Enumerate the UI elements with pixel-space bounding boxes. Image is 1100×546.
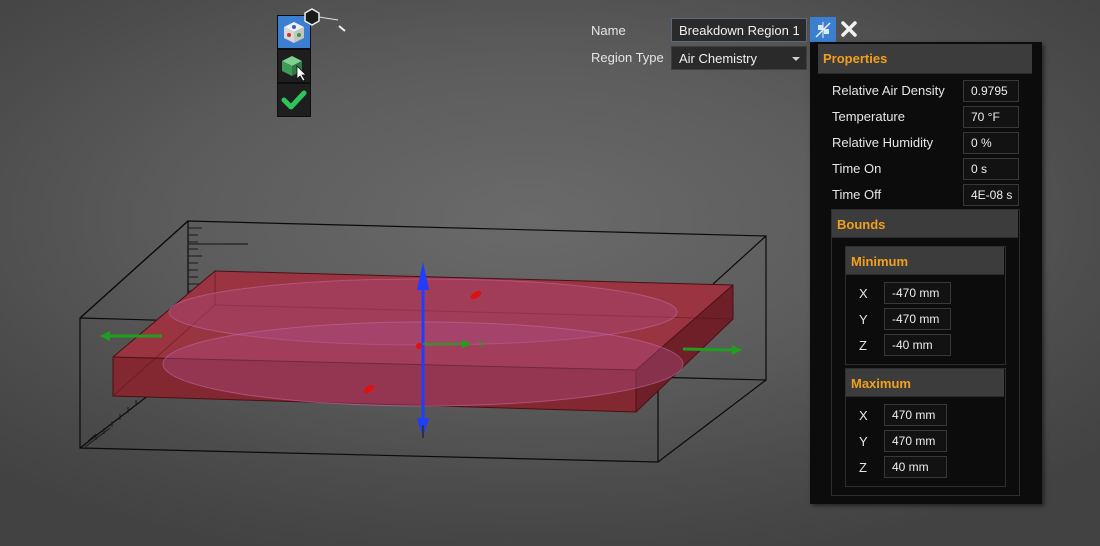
prop-label-time-off: Time Off	[832, 187, 882, 202]
region-type-value: Air Chemistry	[679, 51, 758, 66]
max-y-field[interactable]: 470 mm	[884, 430, 947, 452]
checkmark-icon	[281, 90, 307, 110]
prop-label-relative-air-density: Relative Air Density	[832, 83, 945, 98]
time-off-field[interactable]: 4E-08 s	[963, 184, 1019, 206]
prop-label-temperature: Temperature	[832, 109, 905, 124]
properties-panel: Properties Relative Air Density 0.9795 T…	[810, 42, 1042, 504]
pin-button[interactable]	[810, 17, 836, 43]
min-x-label: X	[859, 286, 868, 301]
select-object-button[interactable]	[278, 50, 310, 82]
prop-label-relative-humidity: Relative Humidity	[832, 135, 934, 150]
toolbar-drag-handle[interactable]	[302, 8, 352, 34]
prop-label-time-on: Time On	[832, 161, 882, 176]
bounds-header: Bounds	[832, 210, 1018, 238]
min-y-label: Y	[859, 312, 868, 327]
name-label: Name	[591, 23, 626, 38]
relative-air-density-field[interactable]: 0.9795	[963, 80, 1019, 102]
min-z-field[interactable]: -40 mm	[884, 334, 951, 356]
time-on-field[interactable]: 0 s	[963, 158, 1019, 180]
minimum-header: Minimum	[846, 247, 1004, 275]
max-x-label: X	[859, 408, 868, 423]
close-icon[interactable]	[839, 19, 859, 39]
min-x-field[interactable]: -470 mm	[884, 282, 951, 304]
region-type-label: Region Type	[591, 50, 664, 65]
properties-header: Properties	[818, 44, 1032, 74]
chevron-down-icon	[792, 57, 800, 61]
min-z-label: Z	[859, 338, 867, 353]
axis-y-label: Y	[478, 340, 485, 351]
relative-humidity-field[interactable]: 0 %	[963, 132, 1019, 154]
pin-icon	[815, 22, 831, 38]
max-y-label: Y	[859, 434, 868, 449]
name-input[interactable]	[671, 18, 807, 42]
max-z-label: Z	[859, 460, 867, 475]
confirm-button[interactable]	[278, 84, 310, 116]
min-y-field[interactable]: -470 mm	[884, 308, 951, 330]
temperature-field[interactable]: 70 °F	[963, 106, 1019, 128]
max-z-field[interactable]: 40 mm	[884, 456, 947, 478]
region-type-dropdown[interactable]: Air Chemistry	[671, 46, 807, 70]
max-x-field[interactable]: 470 mm	[884, 404, 947, 426]
select-object-icon	[282, 56, 307, 82]
maximum-header: Maximum	[846, 369, 1004, 397]
